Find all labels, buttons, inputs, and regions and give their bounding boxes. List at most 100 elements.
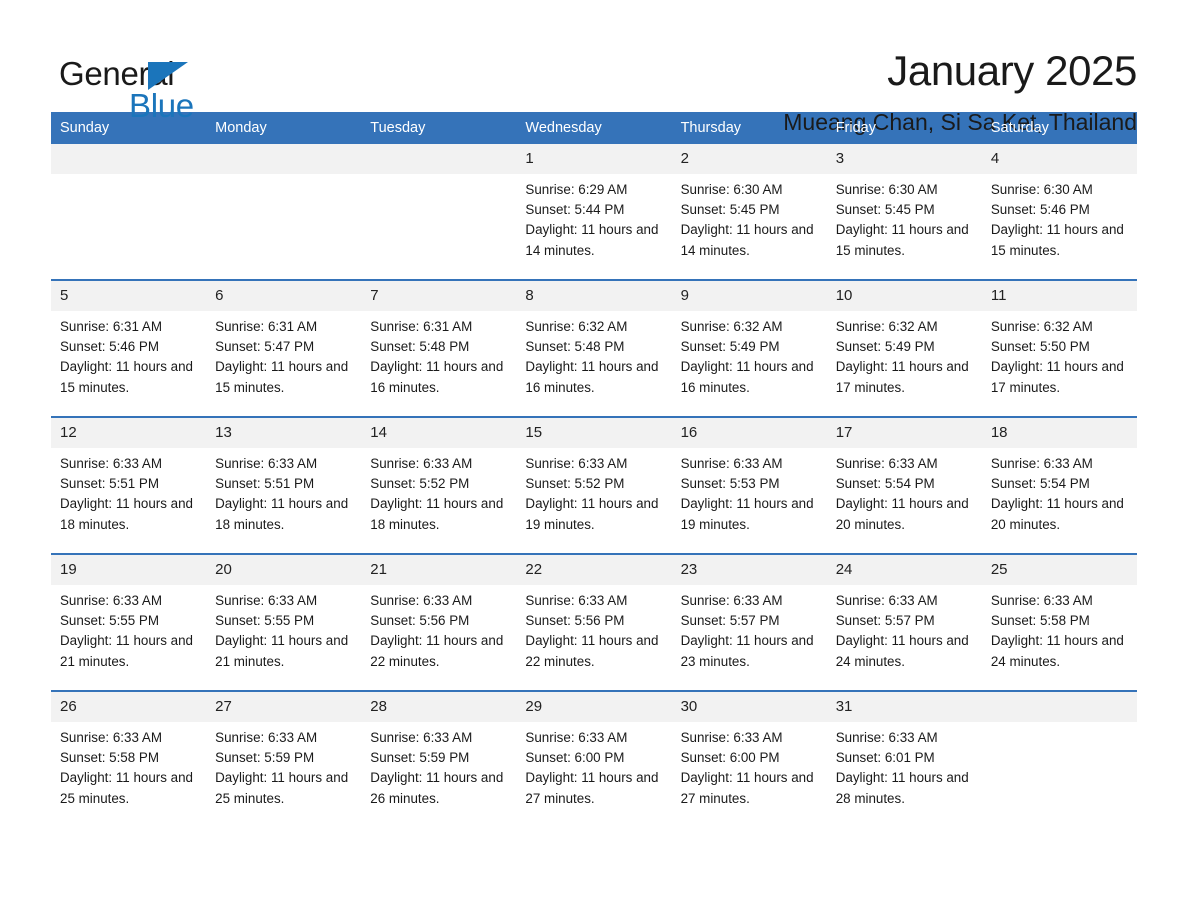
calendar-day-cell[interactable]: 29 Sunrise: 6:33 AM Sunset: 6:00 PM Dayligh… — [516, 690, 672, 827]
sunset-text: Sunset: 5:45 PM — [680, 202, 780, 218]
day-number: 16 — [671, 418, 827, 448]
calendar-page: General Blue January 2025 Mueang Chan, S… — [0, 0, 1188, 918]
calendar-day-cell[interactable]: 19 Sunrise: 6:33 AM Sunset: 5:55 PM Dayligh… — [51, 553, 207, 691]
day-details: Sunrise: 6:33 AM Sunset: 5:55 PM Daylight:… — [206, 585, 361, 672]
sunrise-text: Sunrise: 6:33 AM — [215, 593, 318, 608]
calendar-day-cell[interactable]: 26 Sunrise: 6:33 AM Sunset: 5:58 PM Dayligh… — [51, 690, 207, 827]
sunset-text: Sunset: 5:56 PM — [525, 613, 625, 629]
sunset-text: Sunset: 5:58 PM — [60, 750, 159, 766]
calendar-day-cell[interactable]: 12 Sunrise: 6:33 AM Sunset: 5:51 PM Dayligh… — [51, 416, 207, 554]
daylight-text: Daylight: 11 hours and 20 minutes. — [990, 496, 1124, 532]
sunrise-text: Sunrise: 6:30 AM — [680, 182, 783, 197]
calendar-body: 1 Sunrise: 6:29 AM Sunset: 5:44 PM Daylight… — [51, 144, 1137, 827]
day-number: 28 — [361, 692, 517, 722]
daylight-text: Daylight: 11 hours and 17 minutes. — [990, 359, 1124, 395]
day-details: Sunrise: 6:32 AM Sunset: 5:48 PM Daylight:… — [516, 311, 671, 398]
sunrise-text: Sunrise: 6:33 AM — [525, 456, 628, 471]
day-number: 10 — [826, 281, 982, 311]
calendar-day-cell[interactable]: 28 Sunrise: 6:33 AM Sunset: 5:59 PM Dayligh… — [361, 690, 517, 827]
day-details: Sunrise: 6:33 AM Sunset: 6:01 PM Daylight:… — [827, 722, 982, 809]
daylight-text: Daylight: 11 hours and 18 minutes. — [215, 496, 349, 532]
logo-text-blue: Blue — [129, 87, 194, 124]
day-cell-content: 9 Sunrise: 6:32 AM Sunset: 5:49 PM Daylight… — [671, 281, 827, 414]
calendar-day-cell[interactable]: 4 Sunrise: 6:30 AM Sunset: 5:46 PM Daylight… — [981, 144, 1137, 280]
day-cell-content: 1 Sunrise: 6:29 AM Sunset: 5:44 PM Daylight… — [516, 144, 672, 277]
calendar-day-cell[interactable]: 16 Sunrise: 6:33 AM Sunset: 5:53 PM Dayligh… — [671, 416, 827, 554]
daylight-text: Daylight: 11 hours and 14 minutes. — [680, 222, 814, 258]
day-number: 6 — [206, 281, 362, 311]
calendar-day-cell[interactable]: 10 Sunrise: 6:32 AM Sunset: 5:49 PM Dayligh… — [826, 279, 982, 417]
calendar-week-row: 12 Sunrise: 6:33 AM Sunset: 5:51 PM Dayligh… — [51, 416, 1137, 554]
sunset-text: Sunset: 5:50 PM — [990, 339, 1090, 355]
calendar-day-cell[interactable]: 14 Sunrise: 6:33 AM Sunset: 5:52 PM Dayligh… — [361, 416, 517, 554]
sunrise-text: Sunrise: 6:33 AM — [370, 456, 473, 471]
day-number: 20 — [206, 555, 362, 585]
day-details: Sunrise: 6:33 AM Sunset: 5:54 PM Daylight:… — [827, 448, 982, 535]
day-details: Sunrise: 6:33 AM Sunset: 6:00 PM Daylight:… — [516, 722, 671, 809]
calendar-day-cell[interactable]: 24 Sunrise: 6:33 AM Sunset: 5:57 PM Dayligh… — [826, 553, 982, 691]
daylight-text: Daylight: 11 hours and 15 minutes. — [835, 222, 969, 258]
day-cell-content: 2 Sunrise: 6:30 AM Sunset: 5:45 PM Daylight… — [671, 144, 827, 277]
calendar-day-cell[interactable]: 8 Sunrise: 6:32 AM Sunset: 5:48 PM Daylight… — [516, 279, 672, 417]
daylight-text: Daylight: 11 hours and 22 minutes. — [370, 633, 504, 669]
calendar-day-cell[interactable]: 20 Sunrise: 6:33 AM Sunset: 5:55 PM Dayligh… — [206, 553, 362, 691]
day-number: 9 — [671, 281, 827, 311]
calendar-day-cell[interactable]: 15 Sunrise: 6:33 AM Sunset: 5:52 PM Dayligh… — [516, 416, 672, 554]
day-cell-content: 18 Sunrise: 6:33 AM Sunset: 5:54 PM Dayligh… — [981, 418, 1137, 551]
calendar-day-cell[interactable]: 27 Sunrise: 6:33 AM Sunset: 5:59 PM Dayligh… — [206, 690, 362, 827]
daylight-text: Daylight: 11 hours and 14 minutes. — [525, 222, 659, 258]
day-number: 15 — [516, 418, 672, 448]
calendar-day-cell[interactable]: 21 Sunrise: 6:33 AM Sunset: 5:56 PM Dayligh… — [361, 553, 517, 691]
calendar-day-cell[interactable]: 6 Sunrise: 6:31 AM Sunset: 5:47 PM Daylight… — [206, 279, 362, 417]
calendar-day-cell[interactable]: 23 Sunrise: 6:33 AM Sunset: 5:57 PM Dayligh… — [671, 553, 827, 691]
day-details: Sunrise: 6:33 AM Sunset: 5:52 PM Daylight:… — [516, 448, 671, 535]
calendar-day-cell[interactable]: 18 Sunrise: 6:33 AM Sunset: 5:54 PM Dayligh… — [981, 416, 1137, 554]
day-details: Sunrise: 6:31 AM Sunset: 5:46 PM Daylight:… — [51, 311, 206, 398]
calendar-day-cell[interactable]: 17 Sunrise: 6:33 AM Sunset: 5:54 PM Dayligh… — [826, 416, 982, 554]
day-cell-content: 20 Sunrise: 6:33 AM Sunset: 5:55 PM Dayligh… — [206, 555, 362, 688]
day-cell-content: 10 Sunrise: 6:32 AM Sunset: 5:49 PM Dayligh… — [826, 281, 982, 414]
day-number: 14 — [361, 418, 517, 448]
day-details: Sunrise: 6:33 AM Sunset: 5:53 PM Daylight:… — [672, 448, 827, 535]
day-number: 8 — [516, 281, 672, 311]
day-details: Sunrise: 6:33 AM Sunset: 5:51 PM Daylight:… — [206, 448, 361, 535]
calendar-week-row: 19 Sunrise: 6:33 AM Sunset: 5:55 PM Dayligh… — [51, 553, 1137, 691]
sunset-text: Sunset: 5:59 PM — [215, 750, 315, 766]
day-cell-content: 26 Sunrise: 6:33 AM Sunset: 5:58 PM Dayligh… — [51, 692, 207, 825]
day-cell-content: 30 Sunrise: 6:33 AM Sunset: 6:00 PM Dayligh… — [671, 692, 827, 825]
day-number: 5 — [51, 281, 207, 311]
calendar-day-cell[interactable]: 31 Sunrise: 6:33 AM Sunset: 6:01 PM Dayligh… — [826, 690, 982, 827]
day-details: Sunrise: 6:30 AM Sunset: 5:46 PM Daylight:… — [982, 174, 1137, 261]
calendar-day-cell[interactable]: 25 Sunrise: 6:33 AM Sunset: 5:58 PM Dayligh… — [981, 553, 1137, 691]
calendar-day-cell[interactable]: 5 Sunrise: 6:31 AM Sunset: 5:46 PM Daylight… — [51, 279, 207, 417]
calendar-day-cell[interactable]: 9 Sunrise: 6:32 AM Sunset: 5:49 PM Daylight… — [671, 279, 827, 417]
calendar-day-cell[interactable]: 30 Sunrise: 6:33 AM Sunset: 6:00 PM Dayligh… — [671, 690, 827, 827]
weekday-header-tuesday: Tuesday — [361, 112, 517, 144]
calendar-day-cell[interactable]: 22 Sunrise: 6:33 AM Sunset: 5:56 PM Dayligh… — [516, 553, 672, 691]
calendar-day-cell[interactable]: 11 Sunrise: 6:32 AM Sunset: 5:50 PM Dayligh… — [981, 279, 1137, 417]
day-number: 30 — [671, 692, 827, 722]
sunset-text: Sunset: 5:54 PM — [990, 476, 1090, 492]
day-number: 19 — [51, 555, 207, 585]
sunrise-text: Sunrise: 6:31 AM — [370, 319, 473, 334]
calendar-day-cell[interactable]: 3 Sunrise: 6:30 AM Sunset: 5:45 PM Daylight… — [826, 144, 982, 280]
sunrise-text: Sunrise: 6:33 AM — [525, 593, 628, 608]
sunrise-text: Sunrise: 6:31 AM — [60, 319, 162, 334]
day-details: Sunrise: 6:31 AM Sunset: 5:47 PM Daylight:… — [206, 311, 361, 398]
generalblue-logo[interactable]: General Blue — [51, 47, 231, 123]
day-number: 17 — [826, 418, 982, 448]
sunset-text: Sunset: 5:51 PM — [60, 476, 159, 492]
calendar-day-cell[interactable]: 2 Sunrise: 6:30 AM Sunset: 5:45 PM Daylight… — [671, 144, 827, 280]
sunrise-text: Sunrise: 6:30 AM — [990, 182, 1093, 197]
day-cell-content: 24 Sunrise: 6:33 AM Sunset: 5:57 PM Dayligh… — [826, 555, 982, 688]
calendar-day-cell-empty — [361, 144, 517, 280]
day-details: Sunrise: 6:33 AM Sunset: 5:57 PM Daylight:… — [827, 585, 982, 672]
calendar-day-cell[interactable]: 1 Sunrise: 6:29 AM Sunset: 5:44 PM Daylight… — [516, 144, 672, 280]
calendar-day-cell[interactable]: 7 Sunrise: 6:31 AM Sunset: 5:48 PM Daylight… — [361, 279, 517, 417]
sunrise-text: Sunrise: 6:33 AM — [60, 730, 162, 745]
sunset-text: Sunset: 5:54 PM — [835, 476, 935, 492]
sunrise-text: Sunrise: 6:33 AM — [990, 456, 1093, 471]
calendar-day-cell[interactable]: 13 Sunrise: 6:33 AM Sunset: 5:51 PM Dayligh… — [206, 416, 362, 554]
day-details: Sunrise: 6:32 AM Sunset: 5:50 PM Daylight:… — [982, 311, 1137, 398]
day-details: Sunrise: 6:33 AM Sunset: 5:58 PM Daylight:… — [51, 722, 206, 809]
